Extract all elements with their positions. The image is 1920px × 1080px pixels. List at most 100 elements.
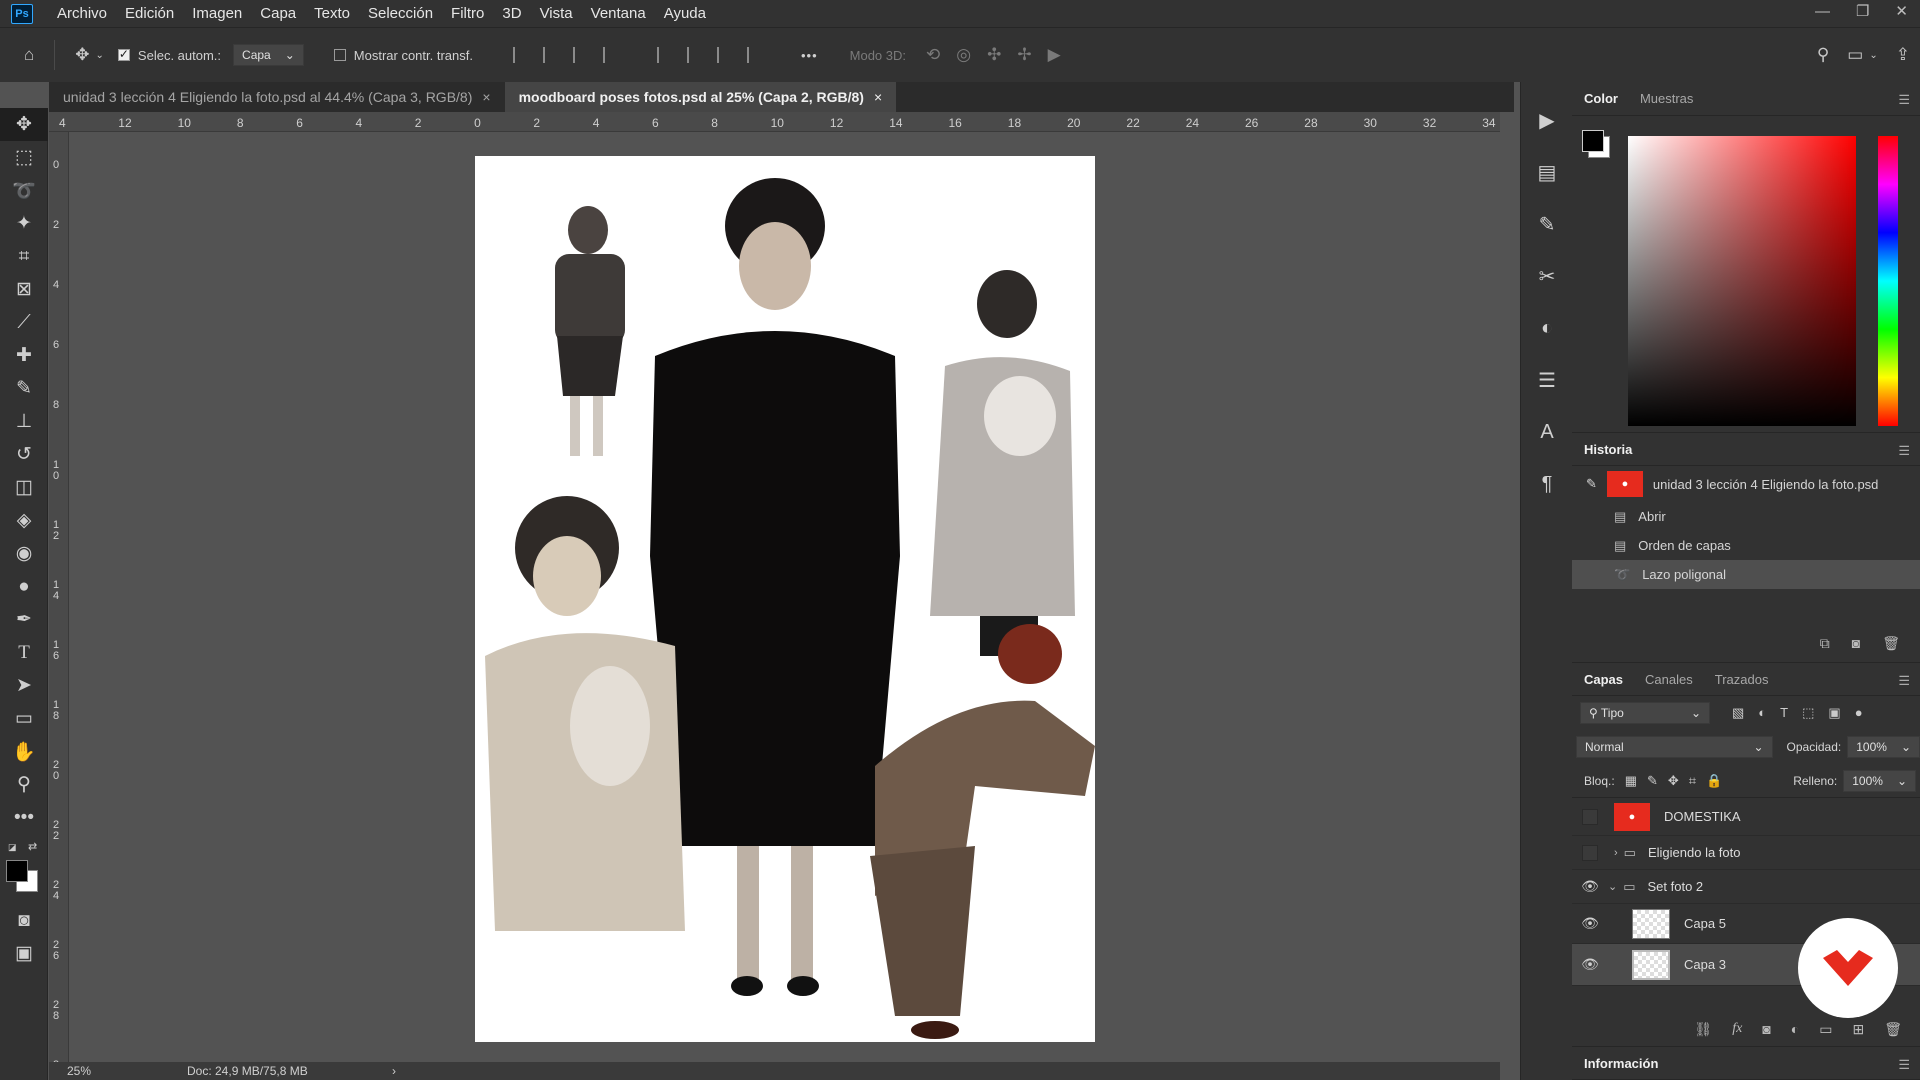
eye-icon[interactable]: 👁 — [1572, 956, 1608, 973]
filter-smart-icon[interactable]: ▣ — [1828, 705, 1840, 721]
history-step-selected[interactable]: ➰ Lazo poligonal — [1572, 560, 1920, 589]
close-window-icon[interactable]: ✕ — [1895, 2, 1908, 20]
filter-adjustment-icon[interactable]: ◐ — [1758, 705, 1766, 721]
tab-moodboard[interactable]: moodboard poses fotos.psd al 25% (Capa 2… — [504, 82, 897, 112]
fx-button[interactable]: fx — [1732, 1021, 1742, 1037]
type-tool-icon[interactable]: T — [0, 636, 48, 669]
align-right-icon[interactable] — [572, 47, 587, 63]
eye-icon[interactable]: 👁 — [1572, 915, 1608, 932]
trash-icon[interactable]: 🗑 — [1882, 635, 1900, 652]
tab-trazados[interactable]: Trazados — [1715, 672, 1769, 687]
more-options-button[interactable]: ••• — [801, 48, 818, 63]
stamp-tool-icon[interactable]: ⊥ — [0, 405, 48, 438]
ruler-vertical[interactable]: 024681 01 21 41 61 82 02 22 42 62 83 — [49, 132, 69, 1062]
tab-canales[interactable]: Canales — [1645, 672, 1693, 687]
rectangle-tool-icon[interactable]: ▭ — [0, 702, 48, 735]
history-brush-tool-icon[interactable]: ↺ — [0, 438, 48, 471]
path-selection-tool-icon[interactable]: ➤ — [0, 669, 48, 702]
ruler-horizontal[interactable]: 4 12 10 8 6 4 2 0 2 4 6 8 10 12 14 16 18 20 22 24 26 28 30 32 34 — [49, 112, 1500, 132]
crop-tool-icon[interactable]: ⌗ — [0, 240, 48, 273]
zoom-level[interactable]: 25% — [67, 1064, 187, 1078]
trash-icon[interactable]: 🗑 — [1884, 1021, 1902, 1038]
tab-unidad-3[interactable]: unidad 3 lección 4 Eligiendo la foto.psd… — [49, 82, 505, 112]
layer-domestika[interactable]: ● DOMESTIKA — [1572, 798, 1920, 836]
lock-image-icon[interactable]: ✎ — [1647, 773, 1658, 789]
layer-group-eligiendo[interactable]: › ▭ Eligiendo la foto — [1572, 836, 1920, 870]
distribute-vertical-icon[interactable] — [746, 47, 761, 63]
paragraph-icon[interactable]: ¶ — [1521, 458, 1573, 510]
layer-group-set-foto-2[interactable]: 👁 ⌄ ▭ Set foto 2 — [1572, 870, 1920, 904]
properties-icon[interactable]: ☰ — [1521, 354, 1573, 406]
menu-vista[interactable]: Vista — [540, 5, 573, 22]
orbit-3d-icon[interactable]: ⟲ — [926, 45, 940, 65]
camera-icon[interactable]: ◙ — [1852, 635, 1860, 652]
search-icon[interactable]: ⚲ — [1817, 45, 1829, 65]
menu-texto[interactable]: Texto — [314, 5, 350, 22]
panel-menu-icon[interactable]: ☰ — [1898, 443, 1910, 459]
brush-tool-icon[interactable]: ✎ — [0, 372, 48, 405]
roll-3d-icon[interactable]: ◎ — [956, 45, 971, 65]
menu-seleccion[interactable]: Selección — [368, 5, 433, 22]
photoshop-logo[interactable]: Ps — [11, 3, 33, 24]
link-layers-icon[interactable]: ⛓ — [1694, 1021, 1712, 1038]
hand-tool-icon[interactable]: ✋ — [0, 735, 48, 768]
align-middle-icon[interactable] — [686, 47, 701, 63]
share-icon[interactable]: ⇪ — [1896, 45, 1910, 65]
align-center-icon[interactable] — [542, 47, 557, 63]
brush-settings-icon[interactable]: ✎ — [1521, 198, 1573, 250]
lock-all-icon[interactable]: 🔒 — [1706, 773, 1722, 789]
layer-filter-dropdown[interactable]: ⚲ Tipo ⌄ — [1580, 702, 1710, 724]
more-tools-icon[interactable]: ••• — [0, 801, 48, 834]
foreground-color-swatch[interactable] — [1582, 130, 1604, 152]
photo-woman-bending-sepia[interactable] — [870, 624, 1095, 1039]
add-mask-icon[interactable]: ◙ — [1762, 1021, 1770, 1037]
visibility-toggle[interactable] — [1582, 808, 1598, 825]
magic-wand-tool-icon[interactable]: ✦ — [0, 207, 48, 240]
swap-colors-icon[interactable]: ⇄ — [28, 840, 37, 853]
history-panel-title[interactable]: Historia — [1584, 442, 1632, 457]
show-transform-checkbox[interactable] — [333, 49, 346, 61]
photo-woman-sweater[interactable] — [555, 206, 625, 456]
panel-menu-icon[interactable]: ☰ — [1898, 1057, 1910, 1073]
align-top-icon[interactable] — [656, 47, 671, 63]
eyedropper-tool-icon[interactable]: ⟋ — [0, 306, 48, 339]
tab-capas[interactable]: Capas — [1584, 672, 1623, 687]
camera-3d-icon[interactable]: ▶ — [1048, 45, 1061, 65]
close-tab-icon[interactable]: × — [482, 89, 490, 105]
color-field[interactable] — [1628, 136, 1856, 426]
dodge-tool-icon[interactable]: ● — [0, 570, 48, 603]
distribute-horizontal-icon[interactable] — [602, 47, 617, 63]
opacity-input[interactable]: 100% ⌄ — [1847, 736, 1920, 758]
minimize-icon[interactable]: — — [1815, 3, 1830, 20]
filter-type-icon[interactable]: T — [1780, 705, 1788, 721]
menu-ayuda[interactable]: Ayuda — [664, 5, 706, 22]
filter-shape-icon[interactable]: ⬚ — [1802, 705, 1814, 721]
tab-color[interactable]: Color — [1584, 91, 1618, 106]
menu-archivo[interactable]: Archivo — [57, 5, 107, 22]
panel-menu-icon[interactable]: ☰ — [1898, 92, 1910, 108]
history-step[interactable]: ▤ Abrir — [1572, 502, 1920, 531]
move-tool-icon[interactable]: ✥ — [0, 108, 48, 141]
history-step[interactable]: ▤ Orden de capas — [1572, 531, 1920, 560]
zoom-tool-icon[interactable]: ⚲ — [0, 768, 48, 801]
eye-icon[interactable]: 👁 — [1572, 878, 1608, 895]
screen-mode-icon[interactable]: ▣ — [0, 937, 48, 970]
align-bottom-icon[interactable] — [716, 47, 731, 63]
slide-3d-icon[interactable]: ✢ — [1017, 45, 1031, 65]
move-tool-icon[interactable]: ✥ — [75, 45, 89, 65]
menu-capa[interactable]: Capa — [260, 5, 296, 22]
menu-edicion[interactable]: Edición — [125, 5, 174, 22]
menu-3d[interactable]: 3D — [502, 5, 521, 22]
filter-pixel-icon[interactable]: ▧ — [1732, 705, 1744, 721]
hue-slider[interactable] — [1878, 136, 1898, 426]
new-layer-icon[interactable]: ⊞ — [1852, 1021, 1864, 1038]
auto-select-checkbox[interactable] — [117, 47, 130, 61]
info-panel-title[interactable]: Información — [1584, 1056, 1658, 1071]
lock-artboard-icon[interactable]: ⌗ — [1689, 773, 1696, 789]
align-left-icon[interactable] — [512, 47, 527, 63]
lock-transparency-icon[interactable]: ▦ — [1625, 773, 1637, 789]
marquee-tool-icon[interactable]: ⬚ — [0, 141, 48, 174]
drag-3d-icon[interactable]: ✣ — [987, 45, 1001, 65]
filter-toggle-icon[interactable]: ● — [1855, 705, 1863, 721]
history-snapshot[interactable]: ✎ ● unidad 3 lección 4 Eligiendo la foto… — [1572, 466, 1920, 502]
